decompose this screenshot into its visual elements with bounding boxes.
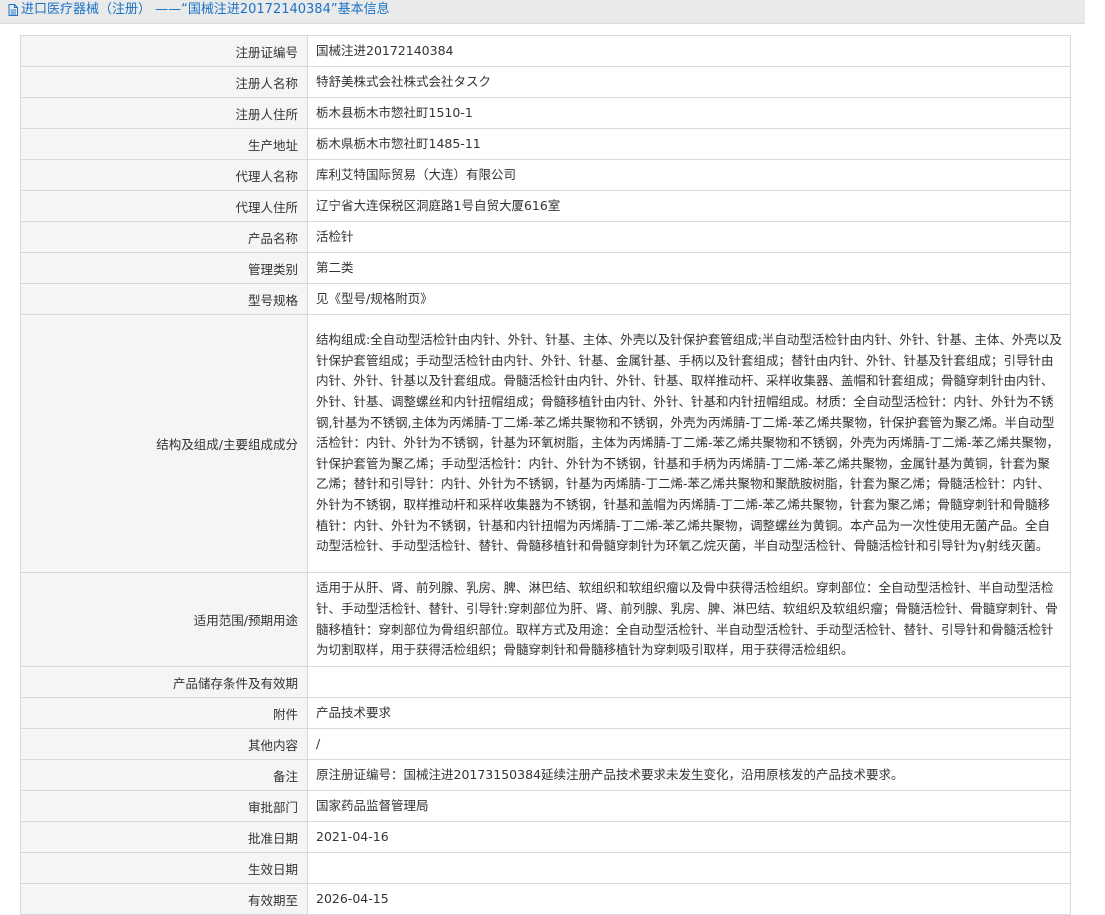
table-row: 注册证编号 国械注进20172140384 (20, 35, 1071, 67)
row-value-effective-date (307, 852, 1071, 884)
row-value-registrant-address: 栃木县栃木市惣社町1510-1 (307, 97, 1071, 129)
table-row: 注册人名称 特舒美株式会社株式会社タスク (20, 66, 1071, 98)
table-row: 适用范围/预期用途 适用于从肝、肾、前列腺、乳房、脾、淋巴结、软组织和软组织瘤以… (20, 572, 1071, 667)
row-label-approval-date: 批准日期 (20, 821, 308, 853)
row-value-approval-date: 2021-04-16 (307, 821, 1071, 853)
table-row: 代理人名称 库利艾特国际贸易（大连）有限公司 (20, 159, 1071, 191)
row-label-agent-address: 代理人住所 (20, 190, 308, 222)
row-label-production-address: 生产地址 (20, 128, 308, 160)
info-table-container: 注册证编号 国械注进20172140384 注册人名称 特舒美株式会社株式会社タ… (20, 35, 1071, 915)
row-value-attachment: 产品技术要求 (307, 697, 1071, 729)
table-row: 备注 原注册证编号：国械注进20173150384延续注册产品技术要求未发生变化… (20, 759, 1071, 791)
table-row: 生效日期 (20, 852, 1071, 884)
row-label-other: 其他内容 (20, 728, 308, 760)
row-label-category: 管理类别 (20, 252, 308, 284)
row-value-intended-use: 适用于从肝、肾、前列腺、乳房、脾、淋巴结、软组织和软组织瘤以及骨中获得活检组织。… (307, 572, 1071, 667)
row-value-registrant-name: 特舒美株式会社株式会社タスク (307, 66, 1071, 98)
row-label-effective-date: 生效日期 (20, 852, 308, 884)
table-row: 附件 产品技术要求 (20, 697, 1071, 729)
row-label-approval-dept: 审批部门 (20, 790, 308, 822)
table-row: 产品名称 活检针 (20, 221, 1071, 253)
document-icon (8, 4, 18, 16)
row-value-remarks: 原注册证编号：国械注进20173150384延续注册产品技术要求未发生变化，沿用… (307, 759, 1071, 791)
page-title-text: 进口医疗器械（注册） ——“国械注进20172140384”基本信息 (21, 2, 390, 17)
table-row: 结构及组成/主要组成成分 结构组成:全自动型活检针由内针、外针、针基、主体、外壳… (20, 314, 1071, 573)
info-table: 注册证编号 国械注进20172140384 注册人名称 特舒美株式会社株式会社タ… (20, 35, 1071, 915)
row-label-structure: 结构及组成/主要组成成分 (20, 314, 308, 573)
row-value-model-spec: 见《型号/规格附页》 (307, 283, 1071, 315)
row-label-registrant-name: 注册人名称 (20, 66, 308, 98)
table-row: 批准日期 2021-04-16 (20, 821, 1071, 853)
row-value-structure: 结构组成:全自动型活检针由内针、外针、针基、主体、外壳以及针保护套管组成;半自动… (307, 314, 1071, 573)
page-header: 进口医疗器械（注册） ——“国械注进20172140384”基本信息 (0, 0, 1085, 24)
row-label-intended-use: 适用范围/预期用途 (20, 572, 308, 667)
row-label-remarks: 备注 (20, 759, 308, 791)
row-value-approval-dept: 国家药品监督管理局 (307, 790, 1071, 822)
row-label-registrant-address: 注册人住所 (20, 97, 308, 129)
row-value-production-address: 栃木県栃木市惣社町1485-11 (307, 128, 1071, 160)
row-value-registration-no: 国械注进20172140384 (307, 35, 1071, 67)
row-value-agent-name: 库利艾特国际贸易（大连）有限公司 (307, 159, 1071, 191)
row-label-model-spec: 型号规格 (20, 283, 308, 315)
row-value-category: 第二类 (307, 252, 1071, 284)
row-value-agent-address: 辽宁省大连保税区洞庭路1号自贸大厦616室 (307, 190, 1071, 222)
page-title: 进口医疗器械（注册） ——“国械注进20172140384”基本信息 (8, 0, 390, 20)
row-label-attachment: 附件 (20, 697, 308, 729)
table-row: 其他内容 / (20, 728, 1071, 760)
row-label-agent-name: 代理人名称 (20, 159, 308, 191)
table-row: 审批部门 国家药品监督管理局 (20, 790, 1071, 822)
row-value-other: / (307, 728, 1071, 760)
row-value-product-name: 活检针 (307, 221, 1071, 253)
row-value-storage (307, 666, 1071, 698)
table-row: 注册人住所 栃木县栃木市惣社町1510-1 (20, 97, 1071, 129)
table-row: 代理人住所 辽宁省大连保税区洞庭路1号自贸大厦616室 (20, 190, 1071, 222)
row-label-storage: 产品储存条件及有效期 (20, 666, 308, 698)
table-row: 产品储存条件及有效期 (20, 666, 1071, 698)
row-label-registration-no: 注册证编号 (20, 35, 308, 67)
table-row: 型号规格 见《型号/规格附页》 (20, 283, 1071, 315)
table-row: 生产地址 栃木県栃木市惣社町1485-11 (20, 128, 1071, 160)
table-row: 管理类别 第二类 (20, 252, 1071, 284)
row-label-product-name: 产品名称 (20, 221, 308, 253)
